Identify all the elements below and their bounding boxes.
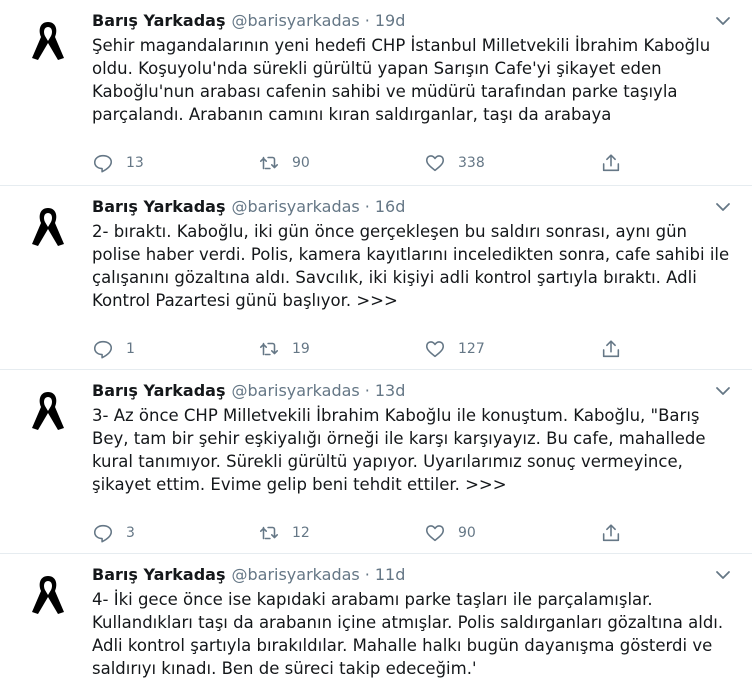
retweet-button[interactable]: 12 — [258, 522, 310, 544]
tweet-content: Barış Yarkadaş @barisyarkadas · 16d 2- bıra… — [92, 196, 732, 359]
avatar[interactable] — [18, 10, 78, 70]
author-handle[interactable]: @barisyarkadas — [231, 381, 359, 400]
like-count: 338 — [458, 155, 485, 171]
tweet-text: Şehir magandalarının yeni hedefi CHP İst… — [92, 36, 711, 124]
separator-dot: · — [364, 197, 370, 216]
avatar[interactable] — [18, 564, 78, 624]
avatar[interactable] — [18, 380, 78, 440]
tweet-header: Barış Yarkadaş @barisyarkadas · 19d — [92, 10, 732, 32]
black-ribbon-icon — [32, 22, 64, 60]
retweet-icon — [259, 342, 279, 356]
chevron-down-icon[interactable] — [714, 566, 732, 584]
tweet-text: 4- İki gece önce ise kapıdaki arabamı pa… — [92, 590, 724, 678]
share-icon — [602, 340, 620, 358]
tweet[interactable]: Barış Yarkadaş @barisyarkadas · 19d Şehir m… — [0, 0, 752, 186]
tweet[interactable]: Barış Yarkadaş @barisyarkadas · 16d 2- bıra… — [0, 186, 752, 370]
share-button[interactable] — [600, 522, 622, 544]
heart-icon — [425, 155, 445, 172]
chevron-down-icon[interactable] — [714, 12, 732, 30]
share-button[interactable] — [600, 338, 622, 360]
reply-button[interactable]: 1 — [92, 338, 135, 360]
author-handle[interactable]: @barisyarkadas — [231, 11, 359, 30]
reply-button[interactable]: 13 — [92, 152, 144, 174]
retweet-button[interactable]: 90 — [258, 152, 310, 174]
reply-count: 13 — [126, 155, 144, 171]
chevron-down-icon[interactable] — [714, 382, 732, 400]
retweet-count: 90 — [292, 155, 310, 171]
separator-dot: · — [364, 565, 370, 584]
tweet[interactable]: Barış Yarkadaş @barisyarkadas · 11d 4- İki … — [0, 554, 752, 684]
timestamp[interactable]: 11d — [375, 565, 406, 584]
heart-icon — [425, 525, 445, 542]
separator-dot: · — [364, 11, 370, 30]
share-icon — [602, 154, 620, 172]
tweet[interactable]: Barış Yarkadaş @barisyarkadas · 13d 3- Az ö… — [0, 370, 752, 554]
black-ribbon-icon — [32, 576, 64, 614]
like-button[interactable]: 338 — [424, 152, 485, 174]
retweet-button[interactable]: 19 — [258, 338, 310, 360]
separator-dot: · — [364, 381, 370, 400]
heart-icon — [425, 341, 445, 358]
tweet-text: 3- Az önce CHP Milletvekili İbrahim Kabo… — [92, 406, 706, 494]
tweet-header: Barış Yarkadaş @barisyarkadas · 11d — [92, 564, 732, 586]
author-handle[interactable]: @barisyarkadas — [231, 565, 359, 584]
like-button[interactable]: 127 — [424, 338, 485, 360]
share-button[interactable] — [600, 152, 622, 174]
tweet-header: Barış Yarkadaş @barisyarkadas · 13d — [92, 380, 732, 402]
retweet-count: 19 — [292, 341, 310, 357]
chevron-down-icon[interactable] — [714, 198, 732, 216]
like-button[interactable]: 90 — [424, 522, 476, 544]
tweet-actions: 3 12 90 — [92, 522, 652, 544]
tweet-content: Barış Yarkadaş @barisyarkadas · 13d 3- Az ö… — [92, 380, 732, 543]
tweet-text: 2- bıraktı. Kaboğlu, iki gün önce gerçek… — [92, 222, 730, 310]
timeline: Barış Yarkadaş @barisyarkadas · 19d Şehir m… — [0, 0, 752, 684]
timestamp[interactable]: 13d — [375, 381, 406, 400]
like-count: 127 — [458, 341, 485, 357]
reply-icon — [93, 340, 113, 359]
author-name[interactable]: Barış Yarkadaş — [92, 381, 225, 400]
retweet-icon — [259, 156, 279, 170]
tweet-header: Barış Yarkadaş @barisyarkadas · 16d — [92, 196, 732, 218]
reply-count: 3 — [126, 525, 135, 541]
avatar[interactable] — [18, 196, 78, 256]
timestamp[interactable]: 16d — [375, 197, 406, 216]
share-icon — [602, 524, 620, 542]
retweet-count: 12 — [292, 525, 310, 541]
retweet-icon — [259, 526, 279, 540]
tweet-actions: 13 90 338 — [92, 152, 652, 174]
tweet-content: Barış Yarkadaş @barisyarkadas · 11d 4- İki … — [92, 564, 732, 680]
black-ribbon-icon — [32, 392, 64, 430]
tweet-content: Barış Yarkadaş @barisyarkadas · 19d Şehir m… — [92, 10, 732, 173]
author-handle[interactable]: @barisyarkadas — [231, 197, 359, 216]
reply-icon — [93, 154, 113, 173]
tweet-actions: 1 19 127 — [92, 338, 652, 360]
reply-icon — [93, 524, 113, 543]
like-count: 90 — [458, 525, 476, 541]
author-name[interactable]: Barış Yarkadaş — [92, 197, 225, 216]
timestamp[interactable]: 19d — [375, 11, 406, 30]
reply-count: 1 — [126, 341, 135, 357]
author-name[interactable]: Barış Yarkadaş — [92, 565, 225, 584]
reply-button[interactable]: 3 — [92, 522, 135, 544]
black-ribbon-icon — [32, 208, 64, 246]
author-name[interactable]: Barış Yarkadaş — [92, 11, 225, 30]
